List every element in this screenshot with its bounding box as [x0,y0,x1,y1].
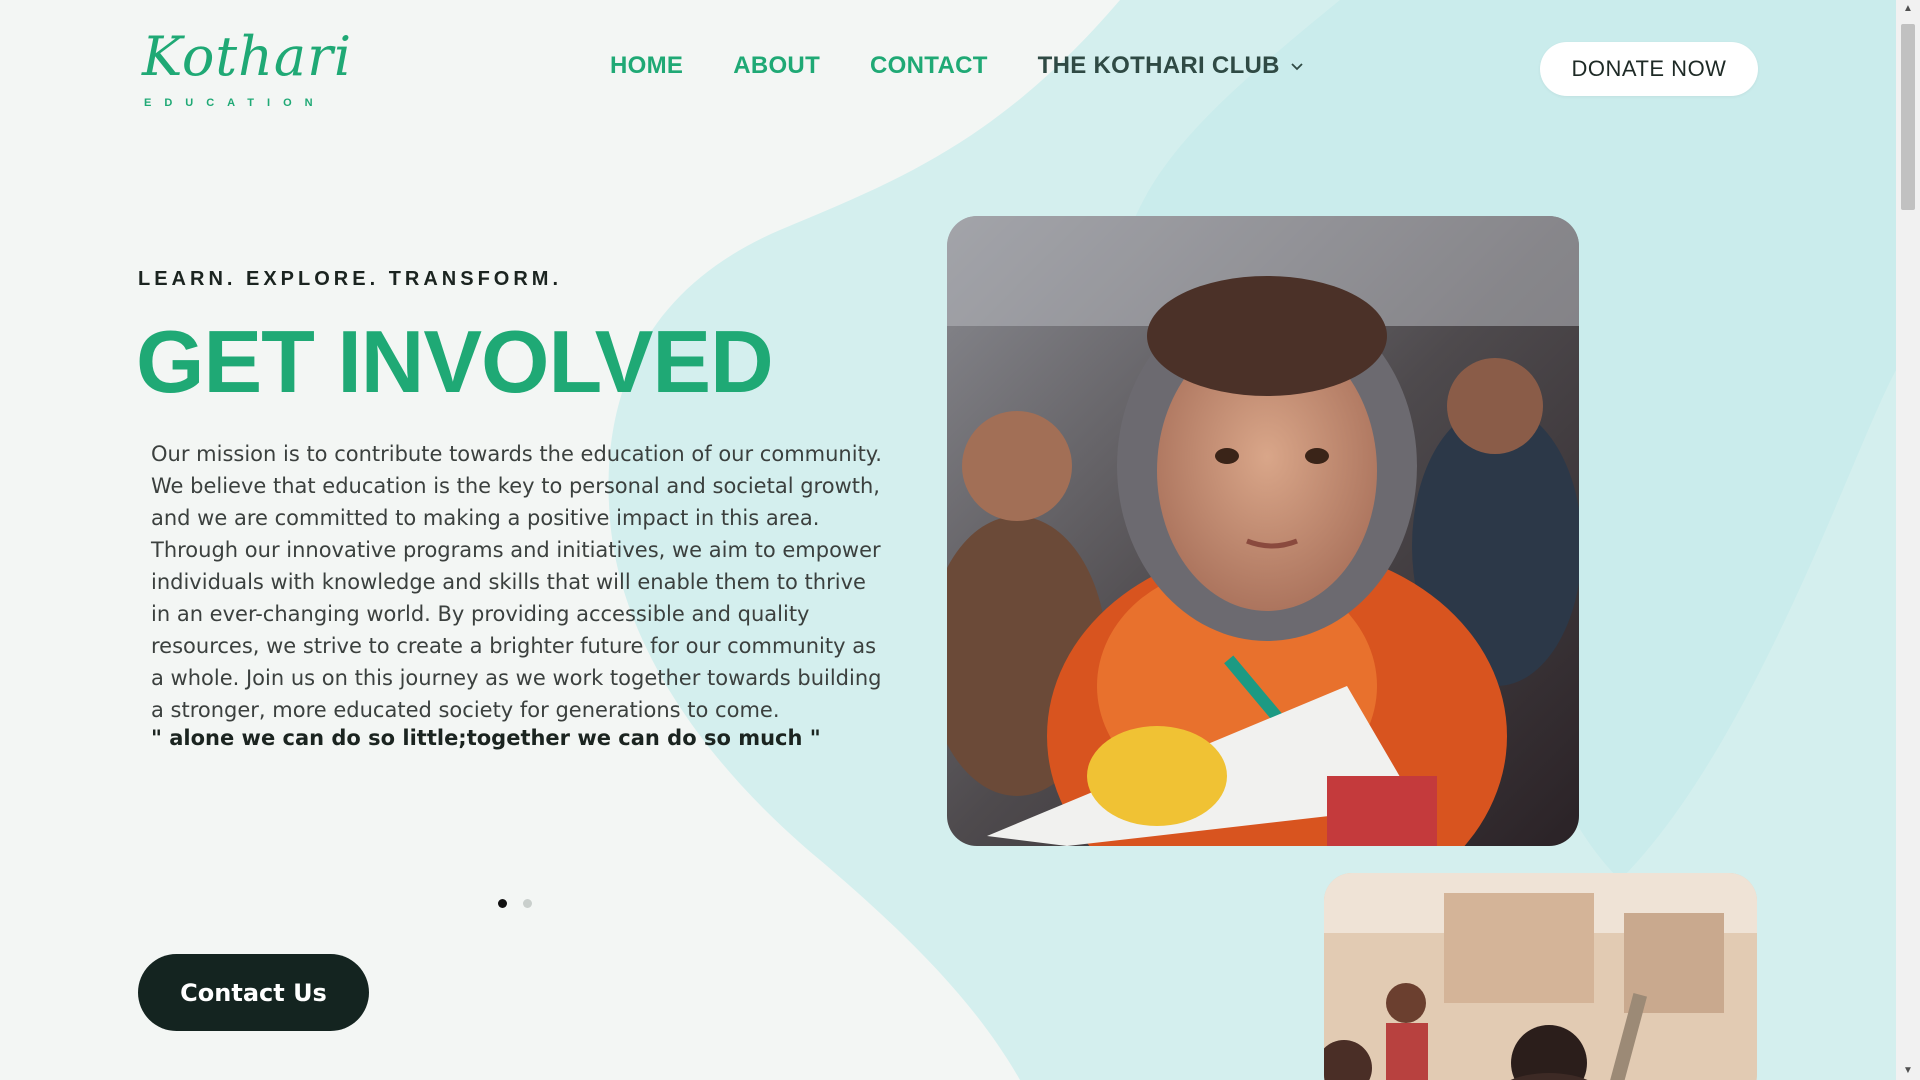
logo-script-text: Kothari [142,25,353,88]
carousel-dot-1[interactable] [498,899,507,908]
nav-contact-link[interactable]: CONTACT [870,52,988,80]
scroll-up-arrow-icon[interactable]: ▲ [1896,0,1920,18]
chevron-down-icon [1291,63,1303,71]
hero-eyebrow: LEARN. EXPLORE. TRANSFORM. [138,268,563,290]
nav-home-link[interactable]: HOME [610,52,683,80]
hero-quote: " alone we can do so little;together we … [151,726,821,750]
hero-photo-girl-writing [947,216,1579,846]
nav-about-link[interactable]: ABOUT [733,52,820,80]
kothari-education-logo[interactable]: Kothari EDUCATION [138,24,351,114]
hero-title: GET INVOLVED [136,312,774,411]
page-scrollbar[interactable]: ▲ ▼ [1896,0,1920,1080]
carousel-dot-2[interactable] [523,899,532,908]
secondary-photo-illustration [1324,873,1757,1080]
nav-kothari-club-dropdown[interactable]: THE KOTHARI CLUB [1038,52,1304,80]
page: Kothari EDUCATION HOME ABOUT CONTACT THE… [0,0,1896,1080]
mission-paragraph: Our mission is to contribute towards the… [151,442,882,722]
hero-photo-illustration [947,216,1579,846]
nav-kothari-club-label: THE KOTHARI CLUB [1037,52,1280,79]
main-navigation: HOME ABOUT CONTACT THE KOTHARI CLUB [610,52,1304,80]
secondary-photo-children [1324,873,1757,1080]
contact-us-button[interactable]: Contact Us [138,954,369,1031]
carousel-pagination [498,899,532,908]
logo-subtitle: EDUCATION [144,97,326,109]
scrollbar-thumb[interactable] [1901,24,1915,210]
donate-now-button[interactable]: DONATE NOW [1540,42,1758,96]
scroll-down-arrow-icon[interactable]: ▼ [1896,1062,1920,1080]
